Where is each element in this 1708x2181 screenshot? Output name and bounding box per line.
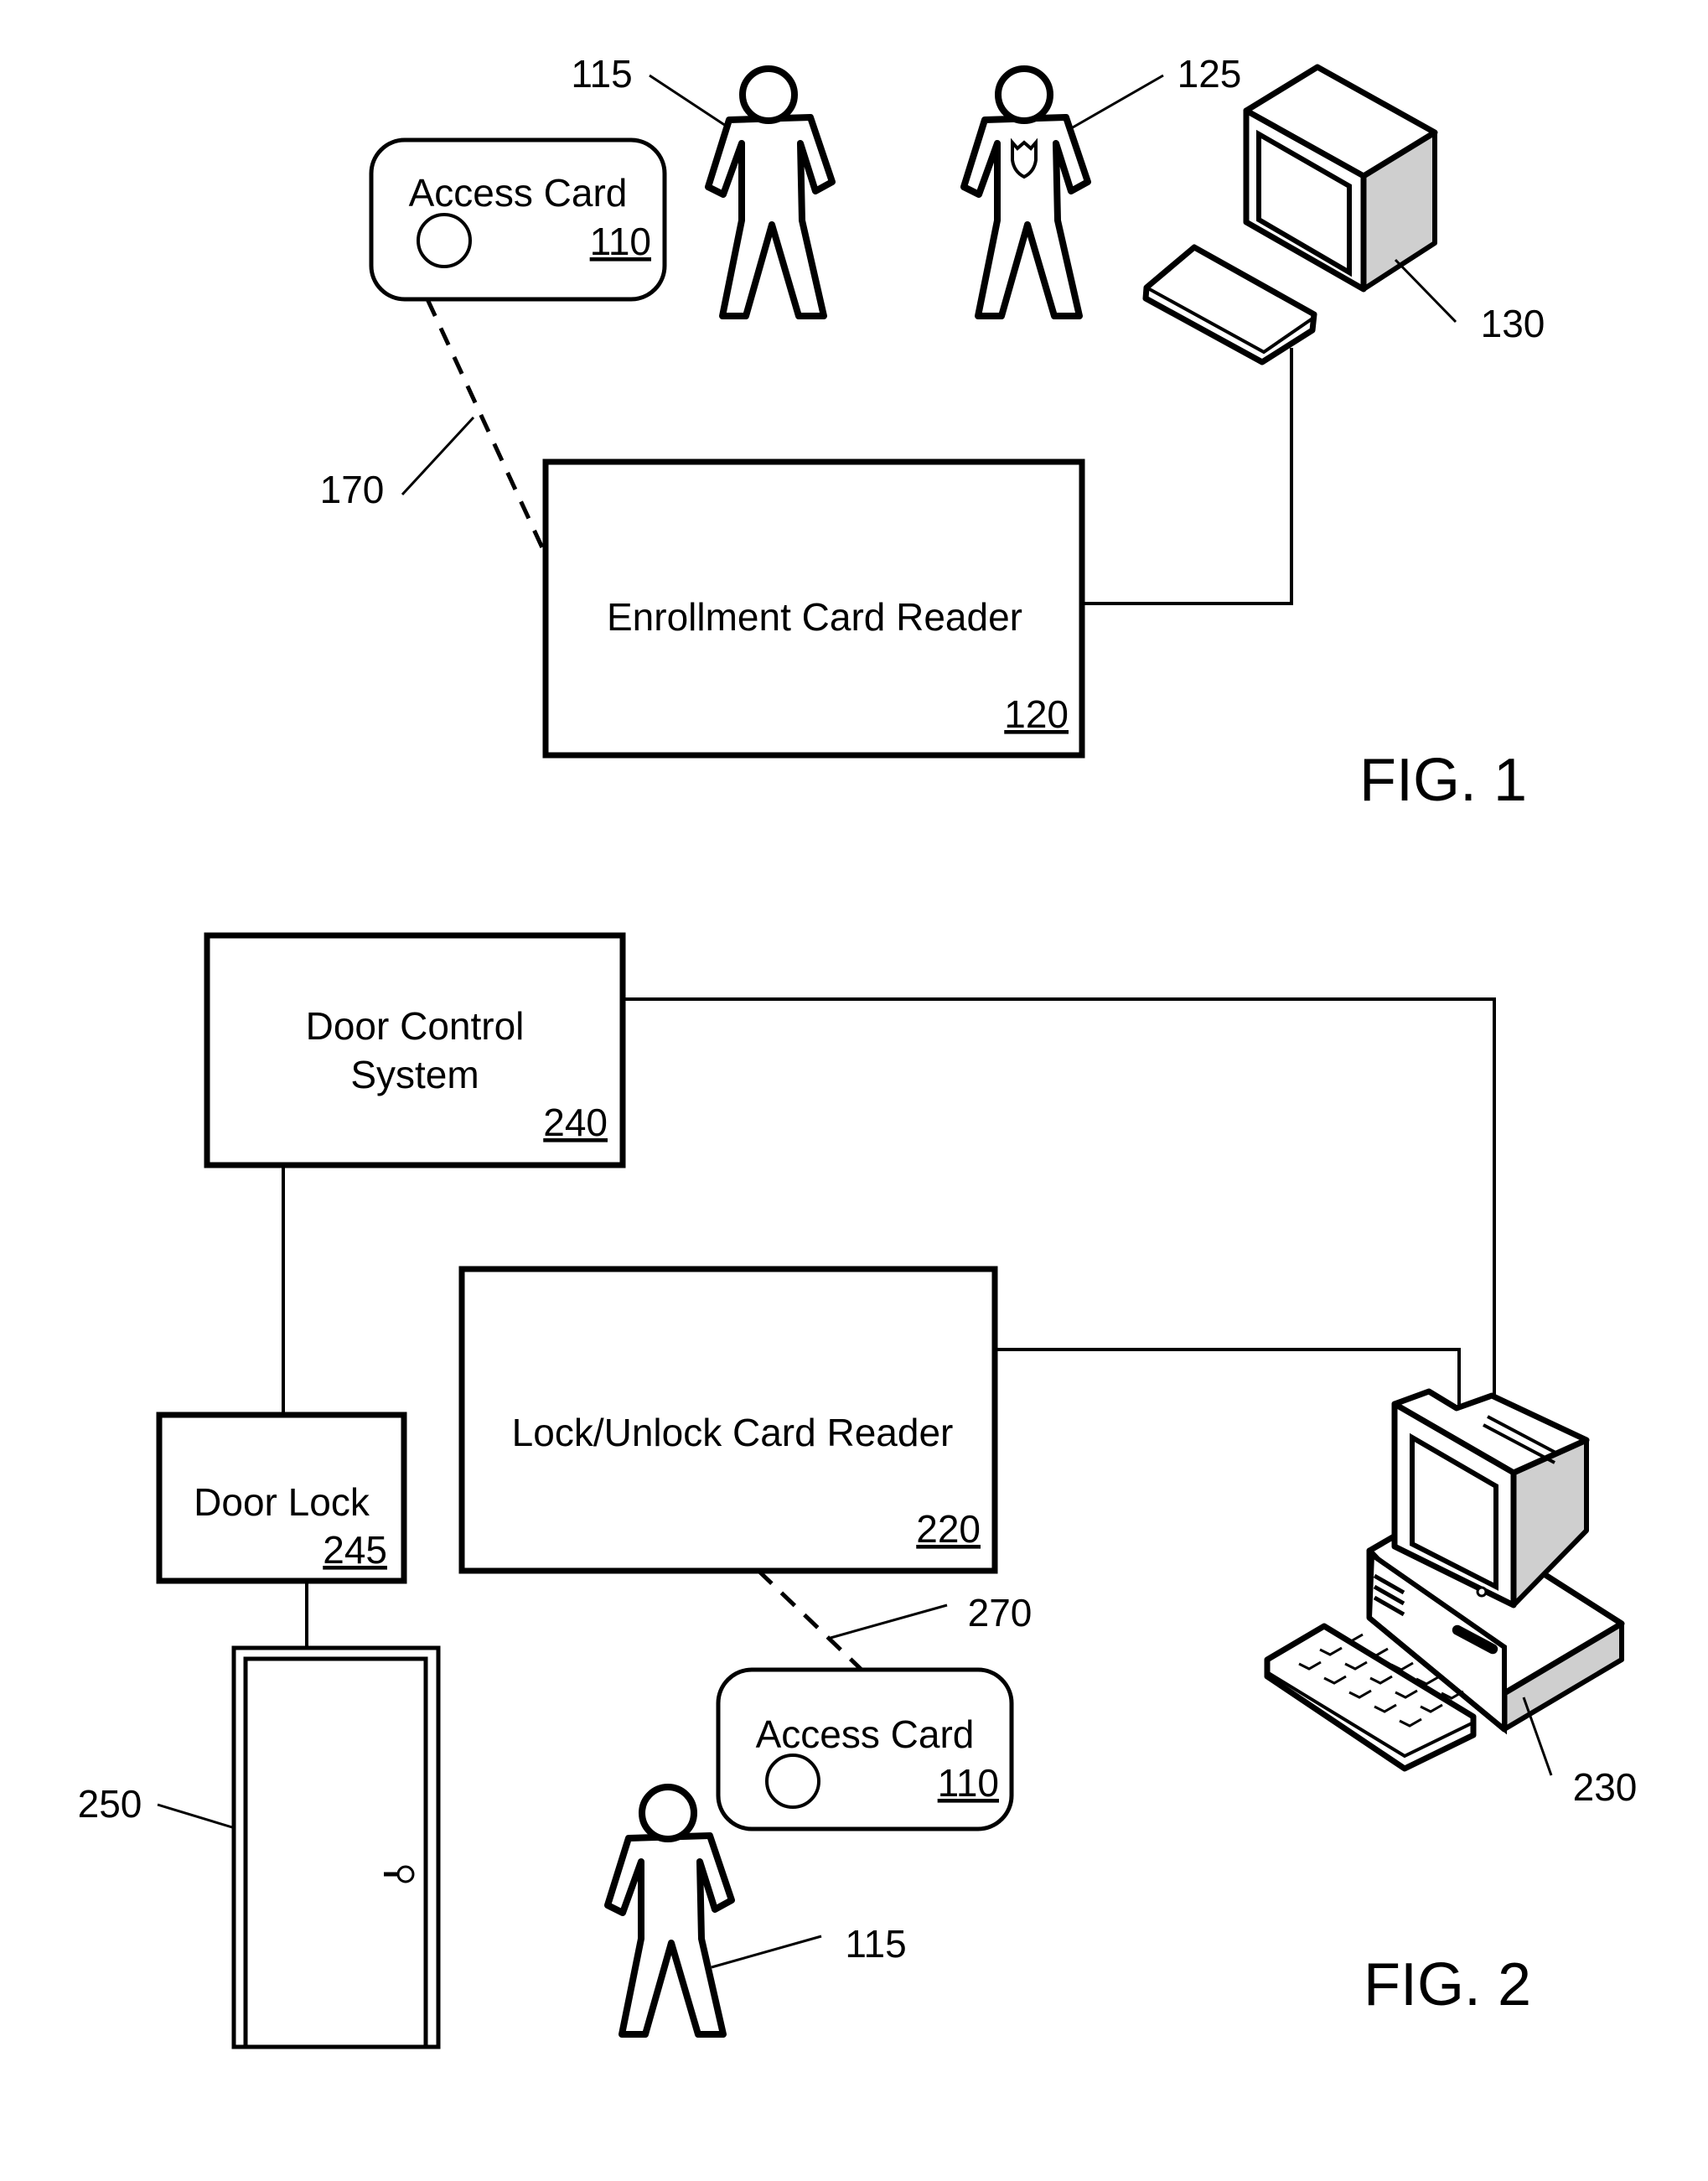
access-card-ref: 110	[938, 1761, 999, 1805]
access-control-computer-icon	[1264, 1388, 1625, 1772]
leader-115	[649, 74, 727, 127]
badge-icon	[1011, 137, 1038, 179]
card-chip-icon	[417, 213, 472, 268]
door-control-system-240: Door Control System 240	[204, 932, 626, 1168]
connection-reader-computer-top	[995, 1348, 1461, 1417]
user-person-icon	[708, 65, 832, 316]
leader-170	[401, 416, 475, 496]
patent-drawing: Access Card 110 115 125 130 170 Enrollme…	[78, 52, 1638, 2049]
card-reader-ref: 220	[916, 1507, 981, 1551]
lock-unlock-card-reader-220: Lock/Unlock Card Reader 220	[458, 1266, 998, 1574]
door-lock-ref: 245	[323, 1528, 387, 1572]
leader-250	[157, 1803, 233, 1829]
door-control-ref: 240	[543, 1101, 608, 1144]
card-reader-title: Lock/Unlock Card Reader	[512, 1411, 954, 1454]
access-card-title: Access Card	[756, 1712, 975, 1756]
enrollment-computer-icon	[1142, 64, 1438, 365]
figure-1: Access Card 110 115 125 130 170 Enrollme…	[320, 52, 1545, 814]
access-card-110: Access Card 110	[716, 1667, 1014, 1831]
computer-ref-label: 130	[1481, 302, 1545, 345]
keyboard-icon	[1142, 244, 1317, 365]
card-chip-icon	[765, 1754, 820, 1809]
wireless-link-270	[757, 1569, 863, 1671]
administrator-person-icon	[964, 65, 1088, 316]
door-control-title-line2: System	[350, 1053, 479, 1096]
admin-ref-label: 125	[1177, 52, 1242, 96]
leader-125	[1072, 74, 1164, 129]
access-card-ref: 110	[590, 220, 651, 263]
door-lock-title: Door Lock	[194, 1480, 370, 1524]
figure-1-caption: FIG. 1	[1359, 747, 1527, 814]
figure-2: Door Control System 240 Door Lock 245 25…	[78, 932, 1638, 2049]
leader-270	[830, 1603, 948, 1640]
user-ref-label: 115	[571, 52, 632, 96]
access-card-110: Access Card 110	[369, 137, 667, 302]
user-ref-label: 115	[845, 1922, 906, 1966]
connection-computer-reader	[1082, 348, 1293, 605]
access-card-title: Access Card	[409, 171, 628, 215]
leader-115	[711, 1935, 822, 1969]
computer-ref-label: 230	[1573, 1765, 1638, 1809]
figure-2-caption: FIG. 2	[1364, 1951, 1531, 2018]
link-ref-label: 170	[320, 468, 385, 511]
wireless-link-170	[425, 298, 548, 557]
leader-130	[1394, 258, 1457, 324]
user-person-icon	[608, 1784, 732, 2034]
enrollment-card-reader-120: Enrollment Card Reader 120	[542, 458, 1085, 759]
link-270-label: 270	[968, 1591, 1033, 1634]
door-icon	[231, 1645, 441, 2049]
door-ref-label: 250	[78, 1782, 142, 1826]
enrollment-reader-title: Enrollment Card Reader	[607, 595, 1022, 639]
door-lock-245: Door Lock 245	[156, 1412, 407, 1584]
enrollment-reader-ref: 120	[1004, 692, 1069, 736]
door-control-title-line1: Door Control	[306, 1004, 525, 1048]
